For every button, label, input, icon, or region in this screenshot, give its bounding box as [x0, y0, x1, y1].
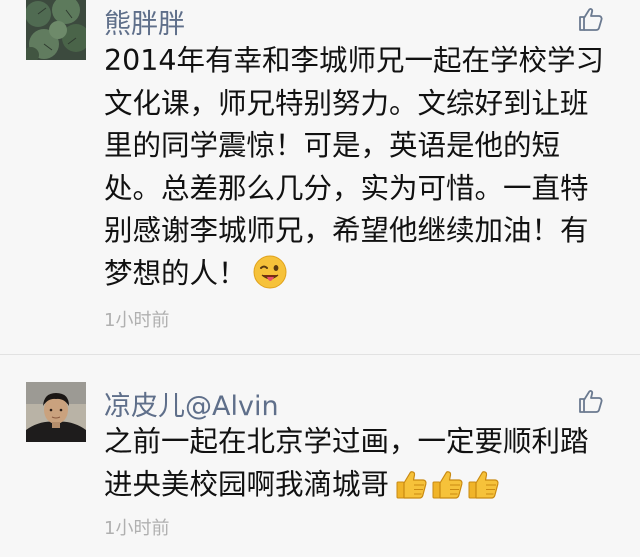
comment-author[interactable]: 熊胖胖 — [104, 2, 185, 41]
comment-text-line: 梦想的人！ — [104, 256, 247, 290]
comment-timestamp: 1小时前 — [104, 518, 170, 539]
lotus-leaf-avatar-image — [26, 0, 86, 60]
thumbs-up-emoji-icon — [395, 468, 429, 515]
wink-tongue-emoji-icon — [253, 255, 287, 302]
avatar[interactable] — [26, 382, 86, 442]
thumbs-up-icon — [579, 390, 603, 413]
comment-text-line: 文化课，师兄特别努力。文综好到让班 — [104, 86, 589, 120]
thumbs-up-emoji-icon — [467, 468, 501, 515]
thumbs-up-emoji-icon — [431, 468, 465, 515]
avatar[interactable] — [26, 0, 86, 60]
comment-text: 2014年有幸和李城师兄一起在学校学习 文化课，师兄特别努力。文综好到让班 里的… — [104, 40, 624, 302]
comment-text-line: 2014年有幸和李城师兄一起在学校学习 — [104, 44, 605, 77]
comment-timestamp: 1小时前 — [104, 310, 170, 331]
comment-text-line: 之前一起在北京学过画，一定要顺利踏 — [104, 425, 589, 458]
comment-divider — [0, 354, 640, 355]
comment-text-line: 处。总差那么几分，实为可惜。一直特 — [104, 171, 589, 205]
thumbs-up-icon — [579, 8, 603, 31]
comment-text-line: 里的同学震惊！可是，英语是他的短 — [104, 129, 561, 163]
like-button[interactable] — [578, 6, 604, 32]
like-button[interactable] — [578, 388, 604, 414]
comment-author[interactable]: 凉皮儿@Alvin — [104, 384, 279, 423]
comment-text-line-last: 进央美校园啊我滴城哥 — [104, 464, 624, 515]
comment-text-line: 进央美校园啊我滴城哥 — [104, 467, 390, 501]
comment-item: 熊胖胖 2014年有幸和李城师兄一起在学校学习 文化课，师兄特别努力。文综好到让… — [0, 0, 640, 350]
comment-text: 之前一起在北京学过画，一定要顺利踏 进央美校园啊我滴城哥 — [104, 421, 624, 514]
comment-text-line-last: 梦想的人！ — [104, 253, 624, 302]
person-portrait-avatar-image — [26, 382, 86, 442]
comment-text-line: 别感谢李城师兄，希望他继续加油！有 — [104, 214, 589, 248]
comment-item: 凉皮儿@Alvin 之前一起在北京学过画，一定要顺利踏 进央美校园啊我滴城哥 1… — [0, 362, 640, 557]
